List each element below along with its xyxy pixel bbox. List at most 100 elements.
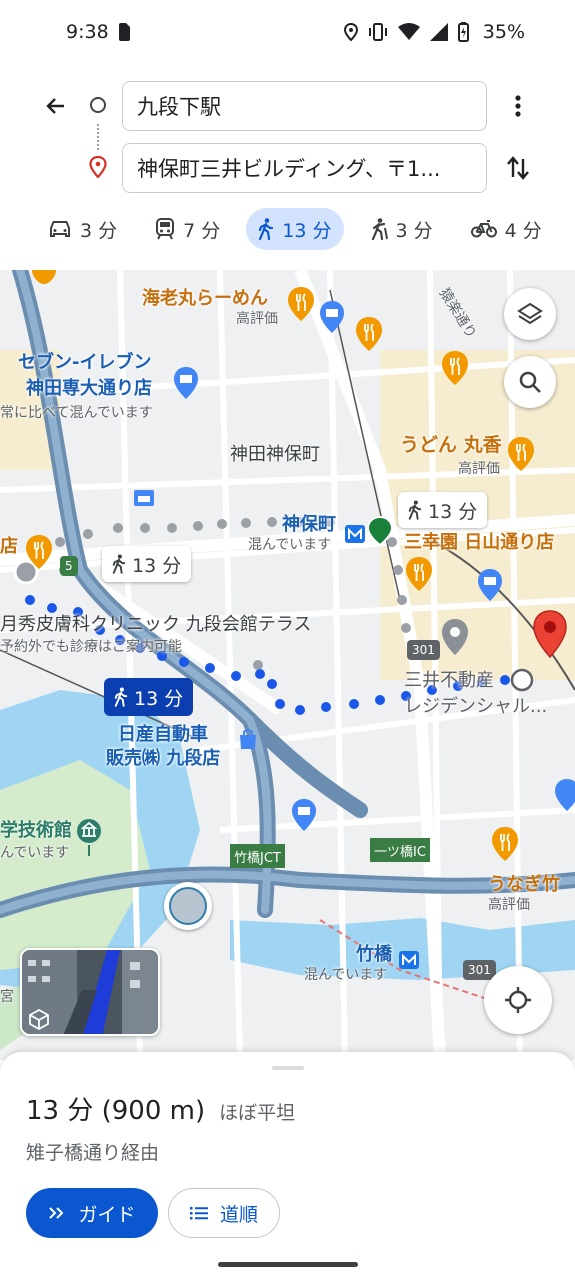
cube-3d-icon	[29, 1008, 49, 1030]
station-label[interactable]: 神保町	[282, 510, 336, 536]
station-busy: 混んでいます	[248, 537, 332, 553]
poi-label[interactable]: レジデンシャル...	[404, 692, 547, 718]
poi-label[interactable]: 月秀皮膚科クリニック 九段会館テラス	[0, 610, 311, 636]
swap-button[interactable]	[498, 148, 538, 188]
poi-label[interactable]: 三井不動産	[404, 666, 494, 692]
shopping-pin-icon	[174, 367, 198, 399]
mode-ride-label: 3 分	[395, 219, 433, 242]
route-shield: 301	[407, 640, 440, 660]
route-duration-distance: 13 分 (900 m)	[26, 1096, 206, 1126]
poi-rating: 高評価	[458, 461, 500, 477]
street-view-thumbnail[interactable]	[20, 948, 160, 1036]
poi-label[interactable]: うどん 丸香	[400, 430, 502, 457]
battery-icon	[457, 22, 469, 42]
poi-label[interactable]: 日産自動車	[118, 720, 208, 746]
restaurant-pin-icon	[508, 437, 534, 471]
train-icon	[156, 218, 175, 240]
photo-thumbnail	[169, 887, 207, 925]
car-icon	[50, 221, 70, 237]
destination-pin-icon	[89, 155, 107, 182]
route-summary: 13 分 (900 m) ほぼ平坦	[26, 1090, 295, 1127]
restaurant-pin-icon	[356, 317, 382, 351]
poi-label[interactable]: セブン-イレブン	[18, 348, 151, 374]
mode-walking[interactable]: 13 分	[246, 208, 344, 250]
route-connector	[97, 124, 99, 150]
mode-transit[interactable]: 7 分	[143, 208, 232, 250]
station-label[interactable]: 竹橋	[356, 940, 392, 966]
place-pin-icon	[442, 619, 468, 655]
poi-label[interactable]: 神田専大通り店	[26, 374, 152, 400]
station-pin-icon	[366, 516, 394, 546]
shop-icon	[134, 490, 154, 506]
metro-icon	[345, 525, 365, 543]
route-details-sheet[interactable]: 13 分 (900 m) ほぼ平坦 雉子橋通り経由 ガイド 道順	[0, 1052, 575, 1280]
steps-button[interactable]: 道順	[168, 1188, 280, 1238]
restaurant-pin-icon	[442, 351, 468, 385]
directions-header: 九段下駅 神保町三井ビルディング、〒1... 3 分 7 分 13 分 3 分 …	[0, 64, 575, 270]
poi-label[interactable]: 海老丸らーめん	[142, 284, 268, 310]
poi-busy: 常に比べて混んでいます	[0, 405, 153, 421]
selected-route-time: 13 分	[134, 687, 184, 710]
poi-label[interactable]: うなぎ竹	[488, 870, 560, 896]
poi-label[interactable]: 販売㈱ 九段店	[106, 744, 220, 770]
layers-button[interactable]	[504, 288, 556, 340]
walk-icon	[259, 218, 274, 240]
wifi-icon	[397, 23, 420, 41]
destination-input[interactable]: 神保町三井ビルディング、〒1...	[122, 143, 487, 193]
sim-card-icon	[118, 23, 130, 41]
shopping-pin-icon	[478, 569, 502, 601]
double-chevron-icon	[49, 1207, 64, 1219]
mode-ride[interactable]: 3 分	[358, 208, 445, 250]
shopping-pin-icon	[555, 779, 575, 811]
battery-level: 35%	[482, 21, 525, 43]
back-button[interactable]	[36, 86, 76, 126]
alt-route-chip[interactable]: 13 分	[398, 492, 488, 528]
walk-icon	[112, 554, 126, 574]
poi-label[interactable]: 三幸園 日山通り店	[404, 528, 554, 554]
map-view[interactable]: 5 301 301 竹橋JCT 一ツ橋IC 海老丸らーめん 高評価 セブン-イレ…	[0, 270, 575, 1060]
mode-driving-label: 3 分	[80, 219, 118, 242]
start-guide-button[interactable]: ガイド	[26, 1188, 158, 1238]
more-vert-icon	[515, 95, 521, 117]
selected-route-chip[interactable]: 13 分	[104, 678, 194, 716]
more-options-button[interactable]	[498, 86, 538, 126]
search-along-route-button[interactable]	[504, 356, 556, 408]
poi-label: 宮	[0, 989, 14, 1005]
start-guide-label: ガイド	[78, 1203, 136, 1226]
walk-icon	[114, 687, 128, 707]
photo-pin[interactable]	[164, 882, 212, 930]
mode-walking-label: 13 分	[282, 219, 332, 242]
drag-handle[interactable]	[272, 1066, 304, 1070]
mode-driving[interactable]: 3 分	[36, 208, 129, 250]
mode-cycling-label: 4 分	[504, 219, 542, 242]
restaurant-pin-icon	[26, 535, 52, 569]
poi-rating: 高評価	[236, 311, 278, 327]
poi-label[interactable]: 学技術館	[0, 816, 72, 842]
museum-pin-icon	[77, 819, 101, 856]
metro-icon	[399, 951, 419, 969]
mode-cycling[interactable]: 4 分	[459, 208, 554, 250]
origin-circle-icon	[90, 97, 106, 113]
signal-icon	[429, 23, 448, 41]
alt-route-chip[interactable]: 13 分	[102, 546, 192, 582]
shopping-pin-icon	[320, 301, 344, 333]
area-label: 神田神保町	[230, 444, 320, 465]
origin-input[interactable]: 九段下駅	[122, 81, 487, 131]
shopping-bag-icon	[240, 729, 256, 749]
mode-transit-label: 7 分	[183, 219, 221, 242]
restaurant-pin-icon	[492, 827, 518, 861]
restaurant-pin-icon	[32, 270, 56, 284]
arrow-back-icon	[46, 98, 64, 114]
search-icon	[519, 371, 541, 393]
station-busy: 混んでいます	[304, 967, 388, 983]
my-location-button[interactable]	[484, 966, 552, 1034]
crosshair-icon	[505, 987, 531, 1013]
interchange-label: 一ツ橋IC	[370, 838, 430, 862]
gesture-nav-bar[interactable]	[218, 1262, 358, 1267]
restaurant-pin-icon	[288, 287, 314, 321]
shopping-pin-icon	[292, 799, 316, 831]
clock: 9:38	[66, 21, 109, 43]
poi-label[interactable]: 店	[0, 532, 18, 558]
walk-icon	[408, 500, 422, 520]
route-via: 雉子橋通り経由	[26, 1142, 160, 1164]
